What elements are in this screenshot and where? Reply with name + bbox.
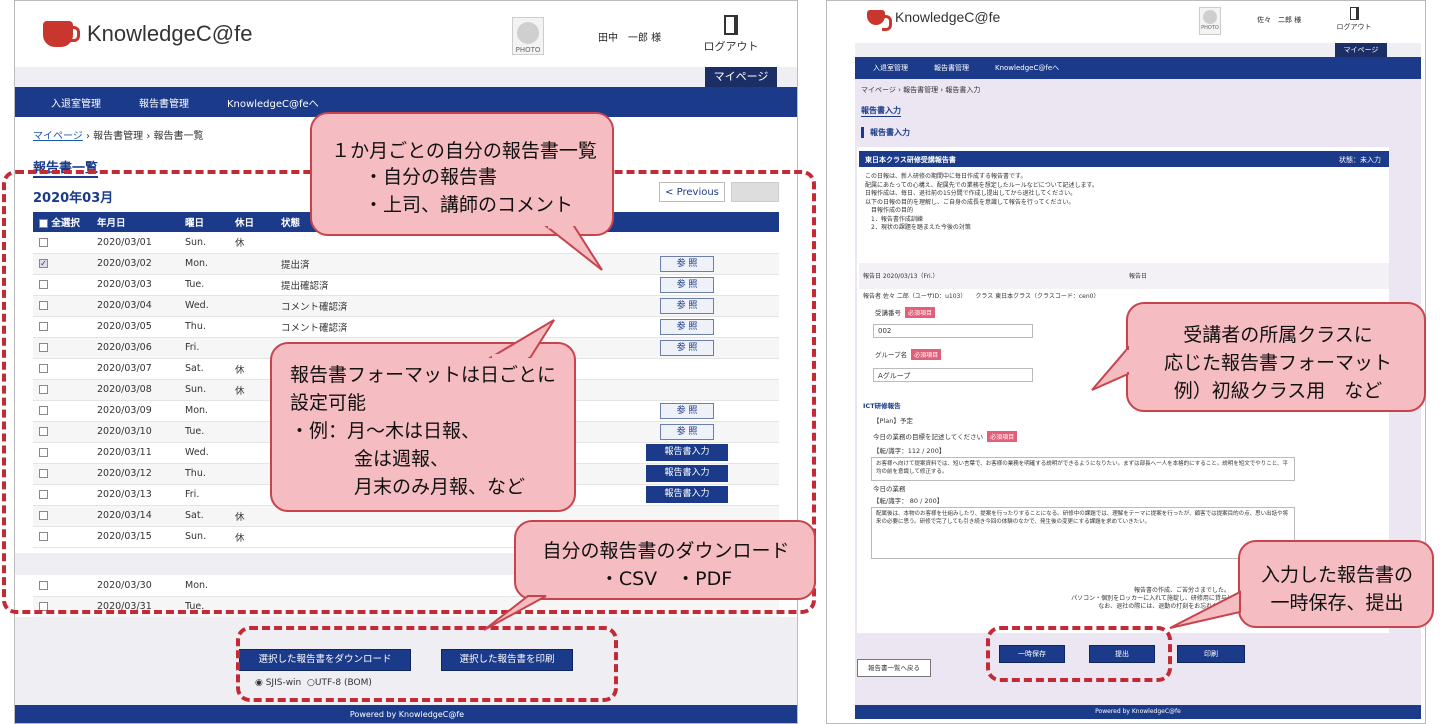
nav-item-knowledgecafe[interactable]: KnowledgeC@feへ [227,95,319,110]
avatar: PHOTO [512,17,544,55]
breadcrumb: マイページ › 報告書管理 › 報告書一覧 [33,131,204,142]
callout-tail-1 [544,226,603,271]
print-button[interactable]: 印刷 [1177,645,1245,663]
callout-class-format: 受講者の所属クラスに 応じた報告書フォーマット 例）初級クラス用 など [1126,302,1426,412]
student-number-field[interactable]: 002 [873,324,1033,338]
coffee-cup-icon [867,9,892,31]
callout-format-per-day: 報告書フォーマットは日ごとに 設定可能 ・例：月～木は日報、 金は週報、 月末の… [270,342,576,512]
callout-monthly-list: １か月ごとの自分の報告書一覧 ・自分の報告書 ・上司、講師のコメント [310,112,614,236]
app-logo[interactable]: KnowledgeC@fe [43,21,252,47]
back-to-list-button[interactable]: 報告書一覧へ戻る [857,659,931,677]
logout-button[interactable]: ログアウト [1329,7,1379,32]
work-textarea[interactable]: 配属後は、本物のお客様を仕組みしたり、提案を行ったりすることになる。研修中の課題… [871,507,1295,559]
form-header: 東日本クラス研修受講報告書 状態：未入力 [859,151,1389,167]
form-description: この日報は、新人研修の期間中に毎日作成する報告書です。 配属にあたっての心構え、配… [865,173,1098,231]
section-title: 報告書入力 [861,127,910,138]
ict-section-title: ICT研修報告 [863,402,901,410]
user-name: 田中 一郎 様 [598,33,662,44]
logout-button[interactable]: ログアウト [701,15,761,54]
main-nav: 入退室管理 報告書管理 KnowledgeC@feへ [855,57,1421,79]
callout-download: 自分の報告書のダウンロード ・CSV ・PDF [514,520,816,600]
callout-tail-4 [1091,345,1130,391]
mypage-tab[interactable]: マイページ [1335,43,1387,57]
door-icon [724,15,738,35]
callout-tail-5 [1169,590,1241,629]
coffee-cup-icon [43,21,80,47]
breadcrumb: マイページ › 報告書管理 › 報告書入力 [861,86,981,94]
reporter-info: 報告者 佐々 二郎（ユーザID：u103） クラス 東日本クラス（クラスコード：… [863,293,1100,300]
user-name: 佐々 二郎 様 [1257,16,1302,24]
nav-item-reports[interactable]: 報告書管理 [139,95,189,110]
footer: Powered by KnowledgeC@fe [855,705,1421,719]
breadcrumb-home[interactable]: マイページ [33,131,83,142]
highlight-save-submit [986,626,1172,682]
highlight-download [236,626,618,702]
group-name-field[interactable]: Aグループ [873,368,1033,382]
page-title: 報告書入力 [861,106,901,117]
callout-tail-2 [488,319,555,358]
callout-tail-3 [483,595,547,631]
nav-item-attendance[interactable]: 入退室管理 [51,95,101,110]
footer: Powered by KnowledgeC@fe [15,705,797,723]
app-logo[interactable]: KnowledgeC@fe [867,9,1000,31]
goal-textarea[interactable]: お客様へ向けて提案資料では、短い言葉で、お客様の業務を明確する説明ができるように… [871,457,1295,481]
callout-save-submit: 入力した報告書の 一時保存、提出 [1238,540,1434,628]
avatar: PHOTO [1199,7,1221,35]
door-icon [1349,7,1359,20]
mypage-tab[interactable]: マイページ [705,67,777,87]
